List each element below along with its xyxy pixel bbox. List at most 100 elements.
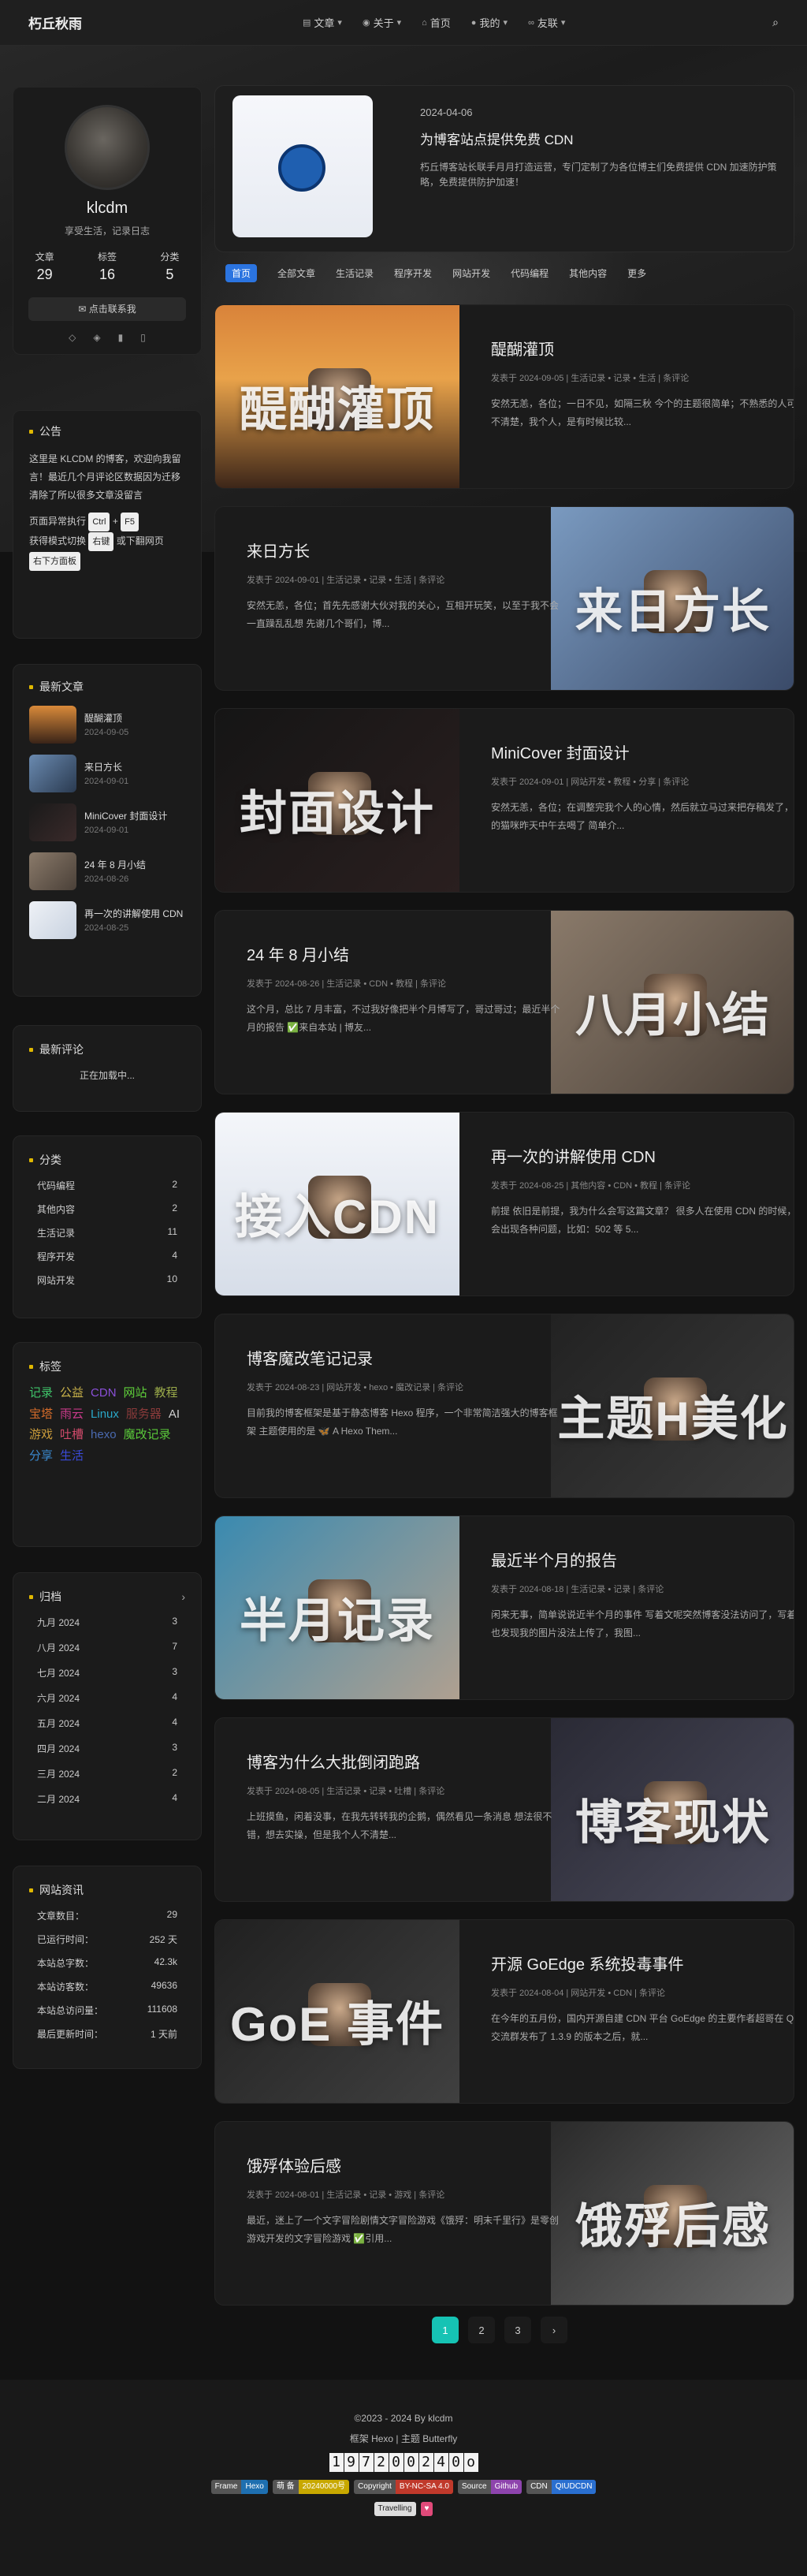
post-cover[interactable]: 半月记录 — [215, 1516, 459, 1699]
post-card[interactable]: 来日方长 来日方长 发表于 2024-09-01 | 生活记录 • 记录 • 生活 … — [214, 506, 794, 691]
recent-post-item[interactable]: 再一次的讲解使用 CDN 2024-08-25 — [29, 901, 185, 939]
post-cover[interactable]: 八月小结 — [551, 911, 794, 1094]
tag-item[interactable]: Linux — [91, 1407, 119, 1422]
post-title[interactable]: 最近半个月的报告 — [491, 1548, 794, 1571]
cat-tab-more[interactable]: 更多 — [627, 267, 646, 280]
contact-button[interactable]: ✉ 点击联系我 — [28, 297, 186, 321]
archive-item[interactable]: 七月 2024 3 — [29, 1666, 185, 1679]
post-card[interactable]: 半月记录 最近半个月的报告 发表于 2024-08-18 | 生活记录 • 记录 |… — [214, 1515, 794, 1700]
cat-tab-life[interactable]: 生活记录 — [336, 267, 374, 280]
tag-item[interactable]: 雨云 — [60, 1407, 84, 1422]
archive-item[interactable]: 五月 2024 4 — [29, 1717, 185, 1730]
footer-badge[interactable]: Copyright BY-NC-SA 4.0 — [354, 2480, 453, 2494]
page-1[interactable]: 1 — [432, 2317, 459, 2343]
post-card[interactable]: 主题H美化 博客魔改笔记记录 发表于 2024-08-23 | 网站开发 • hex… — [214, 1314, 794, 1498]
cat-tab-code[interactable]: 代码编程 — [511, 267, 549, 280]
archive-item[interactable]: 八月 2024 7 — [29, 1641, 185, 1654]
tag-item[interactable]: 分享 — [29, 1448, 53, 1464]
category-item[interactable]: 网站开发 10 — [29, 1273, 185, 1287]
page-3[interactable]: 3 — [504, 2317, 531, 2343]
recent-post-item[interactable]: 24 年 8 月小结 2024-08-26 — [29, 852, 185, 890]
travelling-badge[interactable]: Travelling — [374, 2502, 416, 2516]
footer-badge[interactable]: CDN QIUDCDN — [526, 2480, 597, 2494]
tag-item[interactable]: 记录 — [29, 1385, 53, 1401]
nav-item-articles[interactable]: ▤ 文章 ▾ — [303, 15, 342, 30]
tag-item[interactable]: 服务器 — [126, 1407, 162, 1422]
github-icon[interactable]: ▮ — [118, 332, 124, 343]
post-title[interactable]: 醍醐灌顶 — [491, 337, 794, 360]
post-card[interactable]: GoE 事件 开源 GoEdge 系统投毒事件 发表于 2024-08-04 | 网… — [214, 1919, 794, 2104]
post-cover[interactable]: 封面设计 — [215, 709, 459, 892]
post-card[interactable]: 接入CDN 再一次的讲解使用 CDN 发表于 2024-08-25 | 其他内容 •… — [214, 1112, 794, 1296]
cat-tab-web[interactable]: 网站开发 — [452, 267, 490, 280]
post-cover[interactable]: GoE 事件 — [215, 1920, 459, 2103]
nav-item-mine[interactable]: ● 我的 ▾ — [471, 15, 508, 30]
tag-item[interactable]: AI — [169, 1407, 180, 1422]
recent-post-item[interactable]: 醍醐灌顶 2024-09-05 — [29, 706, 185, 744]
archive-item[interactable]: 六月 2024 4 — [29, 1691, 185, 1705]
nav-item-home[interactable]: ⌂ 首页 — [422, 15, 451, 30]
post-cover[interactable]: 博客现状 — [551, 1718, 794, 1901]
qq-icon[interactable]: ◇ — [69, 332, 76, 343]
category-item[interactable]: 生活记录 11 — [29, 1226, 185, 1240]
post-title[interactable]: MiniCover 封面设计 — [491, 740, 794, 763]
featured-post[interactable]: 2024-04-06 为博客站点提供免费 CDN 朽丘博客站长联手月月打造运营，… — [214, 85, 794, 252]
recent-post-item[interactable]: MiniCover 封面设计 2024-09-01 — [29, 803, 185, 841]
category-item[interactable]: 程序开发 4 — [29, 1250, 185, 1263]
footer-badge[interactable]: Frame Hexo — [210, 2480, 268, 2494]
post-cover[interactable]: 醍醐灌顶 — [215, 305, 459, 488]
post-title[interactable]: 博客为什么大批倒闭跑路 — [247, 1750, 562, 1773]
archive-item[interactable]: 三月 2024 2 — [29, 1767, 185, 1780]
tag-item[interactable]: 公益 — [60, 1385, 84, 1401]
archive-item[interactable]: 九月 2024 3 — [29, 1616, 185, 1629]
tag-item[interactable]: hexo — [91, 1427, 117, 1443]
archive-item[interactable]: 二月 2024 4 — [29, 1792, 185, 1806]
post-title[interactable]: 24 年 8 月小结 — [247, 942, 562, 965]
category-item[interactable]: 其他内容 2 — [29, 1202, 185, 1216]
email-icon[interactable]: ▯ — [140, 332, 146, 343]
tag-item[interactable]: 宝塔 — [29, 1407, 53, 1422]
tag-item[interactable]: CDN — [91, 1385, 117, 1401]
chevron-right-icon[interactable]: › — [181, 1590, 185, 1603]
footer-badge[interactable]: Source Github — [457, 2480, 523, 2494]
nav-item-friends[interactable]: ∞ 友联 ▾ — [528, 15, 565, 30]
post-cover[interactable]: 接入CDN — [215, 1113, 459, 1295]
tag-item[interactable]: 教程 — [154, 1385, 178, 1401]
post-card[interactable]: 醍醐灌顶 醍醐灌顶 发表于 2024-09-05 | 生活记录 • 记录 • 生活 … — [214, 304, 794, 489]
footer-badge[interactable]: 萌 备 20240000号 — [272, 2480, 350, 2494]
cat-tab-home[interactable]: 首页 — [225, 263, 258, 282]
nav-item-about[interactable]: ◉ 关于 ▾ — [363, 15, 401, 30]
cat-tab-other[interactable]: 其他内容 — [569, 267, 607, 280]
post-card[interactable]: 八月小结 24 年 8 月小结 发表于 2024-08-26 | 生活记录 • CD… — [214, 910, 794, 1094]
archive-item[interactable]: 四月 2024 3 — [29, 1742, 185, 1755]
search-icon[interactable]: ⌕ — [772, 16, 779, 29]
cat-tab-program[interactable]: 程序开发 — [394, 267, 432, 280]
cat-tab-all[interactable]: 全部文章 — [277, 267, 315, 280]
post-card[interactable]: 博客现状 博客为什么大批倒闭跑路 发表于 2024-08-05 | 生活记录 • 记… — [214, 1717, 794, 1902]
tag-item[interactable]: 游戏 — [29, 1427, 53, 1443]
post-card[interactable]: 饿殍后感 饿殍体验后感 发表于 2024-08-01 | 生活记录 • 记录 • 游… — [214, 2121, 794, 2306]
tag-item[interactable]: 网站 — [124, 1385, 147, 1401]
post-cover[interactable]: 来日方长 — [551, 507, 794, 690]
post-cover[interactable]: 饿殍后感 — [551, 2122, 794, 2305]
tag-item[interactable]: 吐槽 — [60, 1427, 84, 1443]
next-page-button[interactable]: › — [541, 2317, 567, 2343]
tag-item[interactable]: 魔改记录 — [124, 1427, 171, 1443]
post-title[interactable]: 博客魔改笔记记录 — [247, 1346, 562, 1369]
post-cover[interactable]: 主题H美化 — [551, 1314, 794, 1497]
post-title[interactable]: 来日方长 — [247, 539, 562, 561]
wechat-icon[interactable]: ◈ — [93, 332, 100, 343]
category-item[interactable]: 代码编程 2 — [29, 1179, 185, 1192]
stat-tags[interactable]: 标签 16 — [98, 250, 117, 283]
site-brand[interactable]: 朽丘秋雨 — [28, 13, 265, 32]
stat-categories[interactable]: 分类 5 — [160, 250, 179, 283]
recent-post-item[interactable]: 来日方长 2024-09-01 — [29, 755, 185, 792]
post-title[interactable]: 再一次的讲解使用 CDN — [491, 1144, 794, 1167]
post-title[interactable]: 饿殍体验后感 — [247, 2153, 562, 2176]
heart-badge[interactable]: ♥ — [420, 2502, 433, 2516]
post-card[interactable]: 封面设计 MiniCover 封面设计 发表于 2024-09-01 | 网站开发 … — [214, 708, 794, 893]
page-2[interactable]: 2 — [468, 2317, 495, 2343]
tag-item[interactable]: 生活 — [60, 1448, 84, 1464]
post-title[interactable]: 开源 GoEdge 系统投毒事件 — [491, 1952, 794, 1974]
stat-articles[interactable]: 文章 29 — [35, 250, 54, 283]
